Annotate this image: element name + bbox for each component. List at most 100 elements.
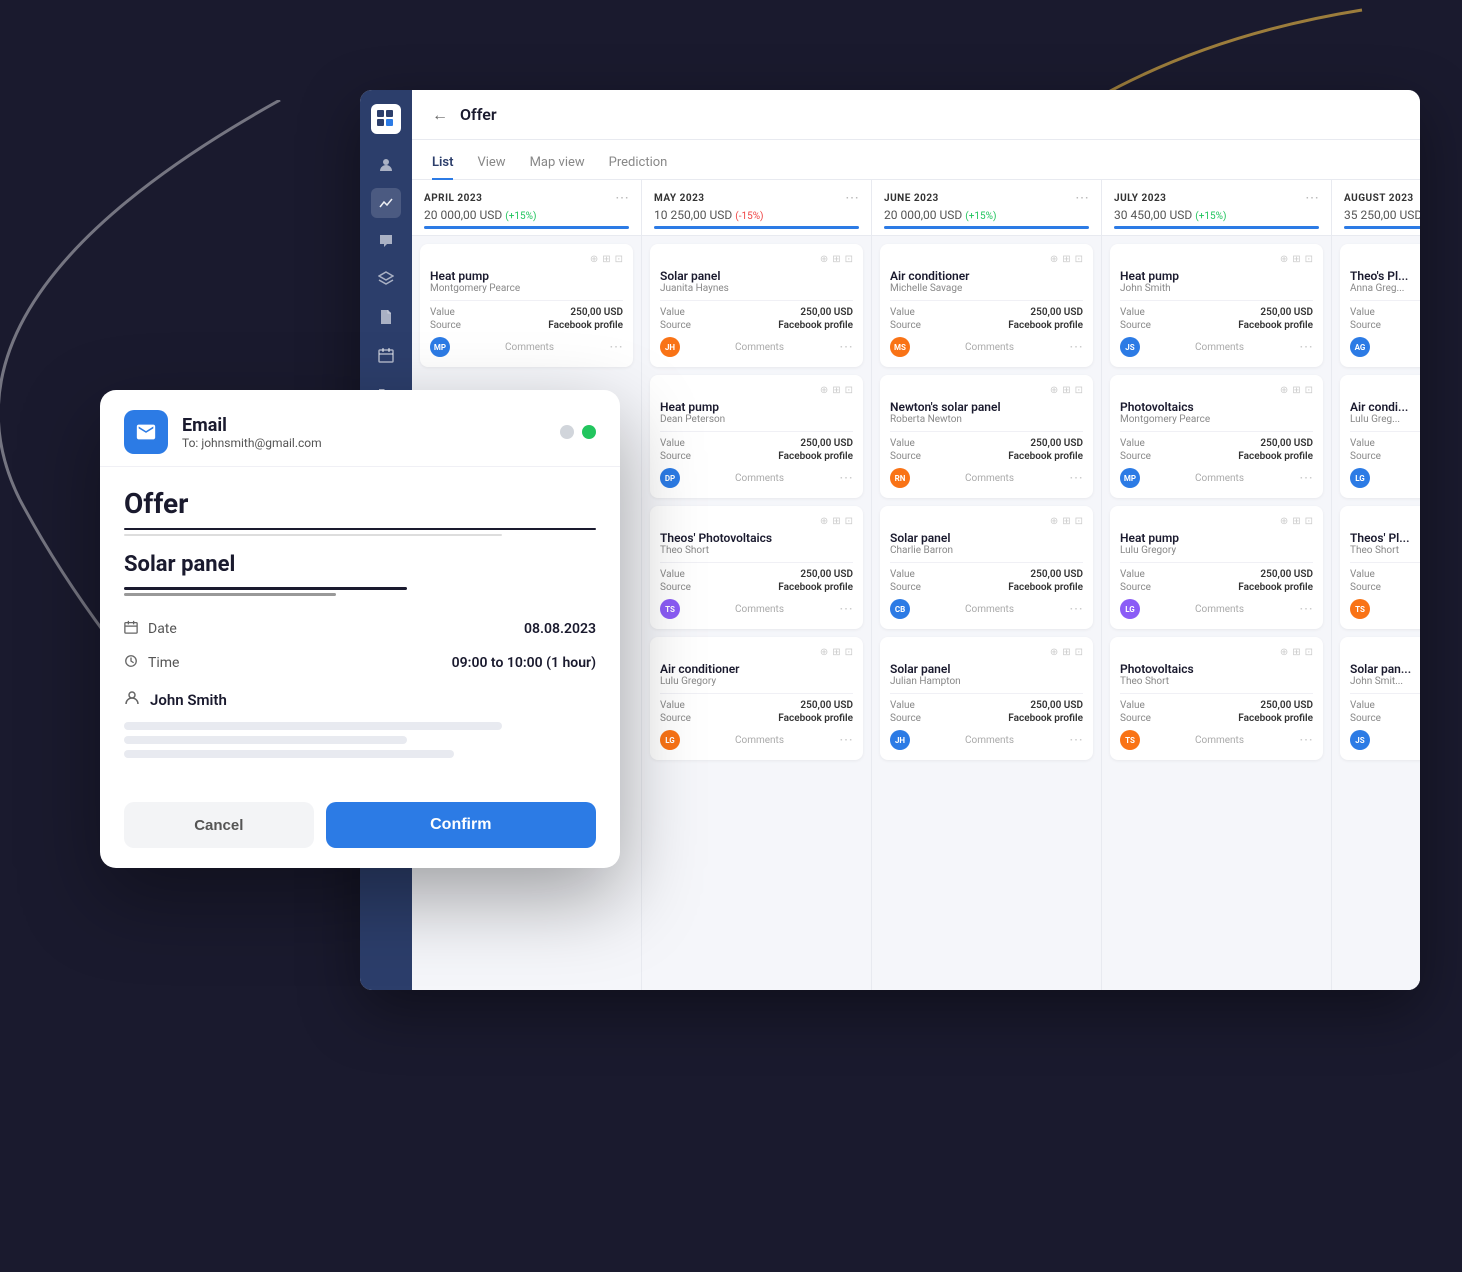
card-3-2[interactable]: ⊕ ⊞ ⊡ Heat pump Lulu Gregory Value250,00… bbox=[1110, 506, 1323, 629]
tab-prediction[interactable]: Prediction bbox=[609, 147, 668, 180]
card-1-2[interactable]: ⊕ ⊞ ⊡ Theos' Photovoltaics Theo Short Va… bbox=[650, 506, 863, 629]
card-icon-delete[interactable]: ⊡ bbox=[845, 254, 853, 265]
card-icon-copy[interactable]: ⊕ bbox=[820, 516, 828, 527]
back-button[interactable]: ← bbox=[432, 105, 448, 125]
card-icon-edit[interactable]: ⊞ bbox=[832, 647, 840, 658]
card-icon-copy[interactable]: ⊕ bbox=[1280, 385, 1288, 396]
card-2-1[interactable]: ⊕ ⊞ ⊡ Newton's solar panel Roberta Newto… bbox=[880, 375, 1093, 498]
sidebar-item-people[interactable] bbox=[371, 150, 401, 180]
card-0-0[interactable]: ⊕ ⊞ ⊡ Heat pump Montgomery Pearce Value2… bbox=[420, 244, 633, 367]
sidebar-item-layers[interactable] bbox=[371, 264, 401, 294]
card-icon-delete[interactable]: ⊡ bbox=[845, 647, 853, 658]
card-icon-copy[interactable]: ⊕ bbox=[590, 254, 598, 265]
column-more-3[interactable]: ⋯ bbox=[1305, 190, 1319, 206]
card-more[interactable]: ⋯ bbox=[1069, 732, 1083, 748]
card-icon-edit[interactable]: ⊞ bbox=[1062, 385, 1070, 396]
card-3-1[interactable]: ⊕ ⊞ ⊡ Photovoltaics Montgomery Pearce Va… bbox=[1110, 375, 1323, 498]
card-4-3[interactable]: ⊕ ⊞ ⊡ Solar pan... John Smit... Value250… bbox=[1340, 637, 1420, 760]
card-icon-edit[interactable]: ⊞ bbox=[1062, 647, 1070, 658]
card-icon-edit[interactable]: ⊞ bbox=[1292, 254, 1300, 265]
card-footer: TS Comment... ⋯ bbox=[1350, 599, 1420, 619]
card-icon-copy[interactable]: ⊕ bbox=[1050, 254, 1058, 265]
card-more[interactable]: ⋯ bbox=[1069, 601, 1083, 617]
card-2-0[interactable]: ⊕ ⊞ ⊡ Air conditioner Michelle Savage Va… bbox=[880, 244, 1093, 367]
card-icon-delete[interactable]: ⊡ bbox=[1305, 516, 1313, 527]
column-more-1[interactable]: ⋯ bbox=[845, 190, 859, 206]
card-more[interactable]: ⋯ bbox=[1069, 470, 1083, 486]
card-3-3[interactable]: ⊕ ⊞ ⊡ Photovoltaics Theo Short Value250,… bbox=[1110, 637, 1323, 760]
card-field-source: SourceFacebook profile bbox=[890, 582, 1083, 593]
card-icon-delete[interactable]: ⊡ bbox=[1075, 385, 1083, 396]
tab-view[interactable]: View bbox=[477, 147, 505, 180]
card-footer: CB Comments ⋯ bbox=[890, 599, 1083, 619]
card-icon-edit[interactable]: ⊞ bbox=[1062, 516, 1070, 527]
card-icon-delete[interactable]: ⊡ bbox=[845, 516, 853, 527]
kanban-column-2: JUNE 2023 ⋯ 20 000,00 USD (+15%) ⊕ ⊞ ⊡ A… bbox=[872, 180, 1102, 990]
card-icon-copy[interactable]: ⊕ bbox=[1050, 647, 1058, 658]
sidebar-item-calendar[interactable] bbox=[371, 340, 401, 370]
card-more[interactable]: ⋯ bbox=[839, 601, 853, 617]
card-more[interactable]: ⋯ bbox=[1299, 601, 1313, 617]
card-2-3[interactable]: ⊕ ⊞ ⊡ Solar panel Julian Hampton Value25… bbox=[880, 637, 1093, 760]
card-more[interactable]: ⋯ bbox=[1069, 339, 1083, 355]
card-icon-edit[interactable]: ⊞ bbox=[1292, 385, 1300, 396]
card-more[interactable]: ⋯ bbox=[839, 732, 853, 748]
card-icon-copy[interactable]: ⊕ bbox=[1280, 254, 1288, 265]
sidebar-item-chat[interactable] bbox=[371, 226, 401, 256]
card-more[interactable]: ⋯ bbox=[839, 339, 853, 355]
card-icon-copy[interactable]: ⊕ bbox=[1050, 385, 1058, 396]
card-title: Air conditioner bbox=[660, 662, 853, 676]
card-icon-delete[interactable]: ⊡ bbox=[615, 254, 623, 265]
card-icon-delete[interactable]: ⊡ bbox=[845, 385, 853, 396]
tab-map[interactable]: Map view bbox=[530, 147, 585, 180]
card-icon-edit[interactable]: ⊞ bbox=[602, 254, 610, 265]
sidebar-logo[interactable] bbox=[371, 104, 401, 134]
card-4-2[interactable]: ⊕ ⊞ ⊡ Theos' Pl... Theo Short Value250,0… bbox=[1340, 506, 1420, 629]
card-header: ⊕ ⊞ ⊡ bbox=[1120, 647, 1313, 658]
column-more-2[interactable]: ⋯ bbox=[1075, 190, 1089, 206]
card-icon-delete[interactable]: ⊡ bbox=[1075, 647, 1083, 658]
card-icon-edit[interactable]: ⊞ bbox=[1062, 254, 1070, 265]
card-icon-delete[interactable]: ⊡ bbox=[1305, 254, 1313, 265]
card-footer: MS Comments ⋯ bbox=[890, 337, 1083, 357]
card-icon-copy[interactable]: ⊕ bbox=[820, 647, 828, 658]
confirm-button[interactable]: Confirm bbox=[326, 802, 596, 848]
sidebar-item-chart[interactable] bbox=[371, 188, 401, 218]
card-icon-delete[interactable]: ⊡ bbox=[1305, 647, 1313, 658]
card-avatar: DP bbox=[660, 468, 680, 488]
card-icon-copy[interactable]: ⊕ bbox=[1280, 516, 1288, 527]
tab-list[interactable]: List bbox=[432, 147, 453, 180]
card-divider bbox=[430, 300, 623, 301]
card-more[interactable]: ⋯ bbox=[1299, 339, 1313, 355]
card-icon-copy[interactable]: ⊕ bbox=[820, 254, 828, 265]
card-1-3[interactable]: ⊕ ⊞ ⊡ Air conditioner Lulu Gregory Value… bbox=[650, 637, 863, 760]
card-icon-delete[interactable]: ⊡ bbox=[1075, 254, 1083, 265]
card-1-1[interactable]: ⊕ ⊞ ⊡ Heat pump Dean Peterson Value250,0… bbox=[650, 375, 863, 498]
card-icon-edit[interactable]: ⊞ bbox=[832, 254, 840, 265]
card-icon-edit[interactable]: ⊞ bbox=[1292, 516, 1300, 527]
card-icon-copy[interactable]: ⊕ bbox=[1280, 647, 1288, 658]
card-icon-edit[interactable]: ⊞ bbox=[832, 516, 840, 527]
card-icon-copy[interactable]: ⊕ bbox=[1050, 516, 1058, 527]
column-more-0[interactable]: ⋯ bbox=[615, 190, 629, 206]
card-more[interactable]: ⋯ bbox=[609, 339, 623, 355]
card-icon-edit[interactable]: ⊞ bbox=[832, 385, 840, 396]
card-4-0[interactable]: ⊕ ⊞ ⊡ Theo's Pl... Anna Greg... Value250… bbox=[1340, 244, 1420, 367]
card-icon-delete[interactable]: ⊡ bbox=[1075, 516, 1083, 527]
card-more[interactable]: ⋯ bbox=[1299, 732, 1313, 748]
card-2-2[interactable]: ⊕ ⊞ ⊡ Solar panel Charlie Barron Value25… bbox=[880, 506, 1093, 629]
card-icons: ⊕ ⊞ ⊡ bbox=[1280, 385, 1313, 396]
cancel-button[interactable]: Cancel bbox=[124, 802, 314, 848]
column-month-1: MAY 2023 bbox=[654, 193, 705, 204]
card-4-1[interactable]: ⊕ ⊞ ⊡ Air condi... Lulu Greg... Value250… bbox=[1340, 375, 1420, 498]
modal-placeholder-lines bbox=[124, 714, 596, 766]
card-icon-copy[interactable]: ⊕ bbox=[820, 385, 828, 396]
card-more[interactable]: ⋯ bbox=[1299, 470, 1313, 486]
card-1-0[interactable]: ⊕ ⊞ ⊡ Solar panel Juanita Haynes Value25… bbox=[650, 244, 863, 367]
sidebar-item-doc[interactable] bbox=[371, 302, 401, 332]
column-bar-2 bbox=[884, 226, 1089, 229]
card-icon-edit[interactable]: ⊞ bbox=[1292, 647, 1300, 658]
card-icon-delete[interactable]: ⊡ bbox=[1305, 385, 1313, 396]
card-3-0[interactable]: ⊕ ⊞ ⊡ Heat pump John Smith Value250,00 U… bbox=[1110, 244, 1323, 367]
card-more[interactable]: ⋯ bbox=[839, 470, 853, 486]
